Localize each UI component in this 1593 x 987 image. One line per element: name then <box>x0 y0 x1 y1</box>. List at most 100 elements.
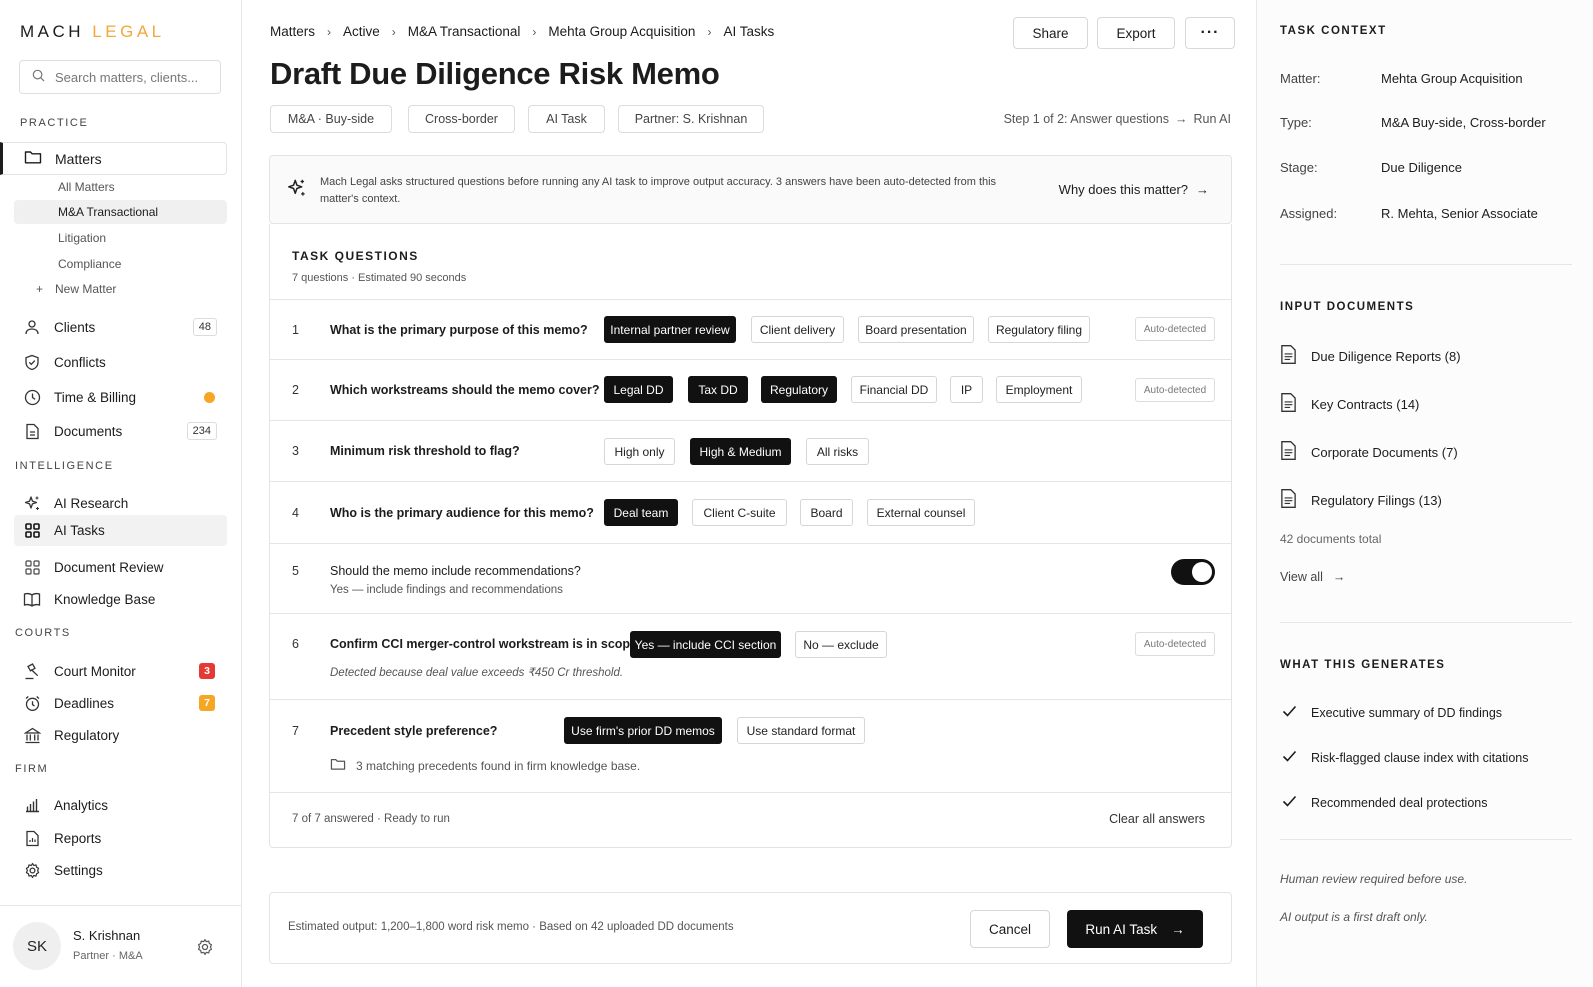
breadcrumb-ma[interactable]: M&A Transactional <box>408 24 521 39</box>
file-icon <box>1280 392 1297 416</box>
question-hint: Detected because deal value exceeds ₹450… <box>330 667 624 679</box>
nav-matters[interactable]: Matters <box>0 142 227 175</box>
option-client-csuite[interactable]: Client C-suite <box>692 499 787 526</box>
option-regulatory-filing[interactable]: Regulatory filing <box>988 316 1090 343</box>
question-row-3: 3 Minimum risk threshold to flag? High o… <box>270 420 1231 481</box>
nav-clients[interactable]: Clients 48 <box>14 312 227 342</box>
option-client-delivery[interactable]: Client delivery <box>751 316 844 343</box>
step-indicator: Step 1 of 2: Answer questions → Run AI <box>1003 112 1231 126</box>
option-ip[interactable]: IP <box>950 376 983 403</box>
option-deal-team[interactable]: Deal team <box>604 499 678 526</box>
option-external-counsel[interactable]: External counsel <box>867 499 975 526</box>
why-matters-link[interactable]: Why does this matter? → <box>1059 182 1209 197</box>
tag-partner: Partner: S. Krishnan <box>618 105 764 133</box>
document-icon <box>22 421 42 441</box>
nav-ma-transactional[interactable]: M&A Transactional <box>14 200 227 224</box>
option-exclude-cci[interactable]: No — exclude <box>795 631 887 658</box>
generates-item: Risk-flagged clause index with citations <box>1282 750 1528 765</box>
search-input[interactable]: Search matters, clients... <box>19 60 221 94</box>
option-board-presentation[interactable]: Board presentation <box>858 316 974 343</box>
question-row-5: 5 Should the memo include recommendation… <box>270 543 1231 613</box>
option-internal-partner-review[interactable]: Internal partner review <box>604 316 736 343</box>
plus-icon: + <box>36 282 44 296</box>
nav-reports[interactable]: Reports <box>14 823 227 853</box>
page-title: Draft Due Diligence Risk Memo <box>270 56 720 91</box>
bar-chart-icon <box>22 795 42 815</box>
document-item[interactable]: Due Diligence Reports (8) <box>1280 344 1461 368</box>
questions-footer: 7 of 7 answered · Ready to run Clear all… <box>270 792 1231 848</box>
user-profile[interactable]: SK S. Krishnan Partner · M&A <box>0 905 242 987</box>
option-tax-dd[interactable]: Tax DD <box>688 376 748 403</box>
run-ai-task-button[interactable]: Run AI Task → <box>1067 910 1203 948</box>
more-options-button[interactable]: ··· <box>1185 17 1235 49</box>
deadlines-badge: 7 <box>199 695 215 711</box>
view-all-link[interactable]: View all → <box>1280 570 1345 584</box>
user-settings-gear-icon[interactable] <box>196 938 214 961</box>
nav-litigation[interactable]: Litigation <box>14 226 227 250</box>
user-role: Partner · M&A <box>73 950 143 962</box>
recommendations-toggle[interactable] <box>1171 559 1215 585</box>
option-include-cci[interactable]: Yes — include CCI section <box>630 631 781 658</box>
nav-court-monitor[interactable]: Court Monitor 3 <box>14 656 227 686</box>
documents-total: 42 documents total <box>1280 532 1382 546</box>
brand-logo[interactable]: MACH LEGAL <box>20 22 165 42</box>
nav-compliance[interactable]: Compliance <box>14 252 227 276</box>
document-item[interactable]: Corporate Documents (7) <box>1280 440 1458 464</box>
nav-documents[interactable]: Documents 234 <box>14 416 227 446</box>
option-standard-format[interactable]: Use standard format <box>737 717 865 744</box>
nav-all-matters[interactable]: All Matters <box>14 175 227 199</box>
nav-settings[interactable]: Settings <box>14 855 227 885</box>
cancel-button[interactable]: Cancel <box>970 910 1050 948</box>
question-row-4: 4 Who is the primary audience for this m… <box>270 481 1231 543</box>
check-icon <box>1282 795 1297 810</box>
option-legal-dd[interactable]: Legal DD <box>604 376 673 403</box>
nav-analytics[interactable]: Analytics <box>14 790 227 820</box>
option-all-risks[interactable]: All risks <box>806 438 869 465</box>
option-regulatory[interactable]: Regulatory <box>761 376 837 403</box>
nav-new-matter[interactable]: + New Matter <box>14 277 227 301</box>
context-value: M&A Buy-side, Cross-border <box>1381 115 1546 130</box>
auto-detected-badge: Auto-detected <box>1135 378 1215 402</box>
nav-document-review[interactable]: Document Review <box>14 552 227 582</box>
review-note: Human review required before use. <box>1280 872 1468 886</box>
file-icon <box>1280 488 1297 512</box>
auto-detected-badge: Auto-detected <box>1135 317 1215 341</box>
option-high-only[interactable]: High only <box>604 438 675 465</box>
document-item[interactable]: Key Contracts (14) <box>1280 392 1419 416</box>
option-firm-prior-memos[interactable]: Use firm's prior DD memos <box>564 717 722 744</box>
question-text: Should the memo include recommendations? <box>330 564 581 578</box>
nav-regulatory[interactable]: Regulatory <box>14 720 227 750</box>
tag-ai-task: AI Task <box>528 105 605 133</box>
option-board[interactable]: Board <box>800 499 853 526</box>
nav-deadlines[interactable]: Deadlines 7 <box>14 688 227 718</box>
nav-conflicts[interactable]: Conflicts <box>14 347 227 377</box>
context-label: Stage: <box>1280 160 1318 175</box>
export-button[interactable]: Export <box>1097 17 1175 49</box>
task-context-title: TASK CONTEXT <box>1280 25 1387 37</box>
court-monitor-badge: 3 <box>199 663 215 679</box>
question-row-6: 6 Confirm CCI merger-control workstream … <box>270 613 1231 699</box>
info-banner: Mach Legal asks structured questions bef… <box>269 155 1232 224</box>
generates-item: Executive summary of DD findings <box>1282 705 1502 720</box>
nav-knowledge-base[interactable]: Knowledge Base <box>14 584 227 614</box>
nav-ai-tasks[interactable]: AI Tasks <box>14 515 227 546</box>
document-item[interactable]: Regulatory Filings (13) <box>1280 488 1442 512</box>
share-button[interactable]: Share <box>1013 17 1088 49</box>
report-icon <box>22 828 42 848</box>
precedent-hint: 3 matching precedents found in firm know… <box>356 759 641 773</box>
option-financial-dd[interactable]: Financial DD <box>851 376 937 403</box>
arrow-right-icon: → <box>1171 921 1185 937</box>
question-row-7: 7 Precedent style preference? Use firm's… <box>270 699 1231 792</box>
option-employment[interactable]: Employment <box>996 376 1082 403</box>
breadcrumb-matter[interactable]: Mehta Group Acquisition <box>548 24 695 39</box>
questions-subtitle: 7 questions · Estimated 90 seconds <box>292 272 467 284</box>
nav-ai-research[interactable]: AI Research <box>14 488 227 518</box>
nav-time-billing[interactable]: Time & Billing <box>14 382 227 412</box>
option-high-medium[interactable]: High & Medium <box>690 438 791 465</box>
breadcrumb-active[interactable]: Active <box>343 24 380 39</box>
breadcrumb-matters[interactable]: Matters <box>270 24 315 39</box>
context-label: Matter: <box>1280 71 1321 86</box>
shield-icon <box>22 352 42 372</box>
clear-answers-button[interactable]: Clear all answers <box>1109 812 1205 826</box>
breadcrumb-ai-tasks[interactable]: AI Tasks <box>723 24 774 39</box>
